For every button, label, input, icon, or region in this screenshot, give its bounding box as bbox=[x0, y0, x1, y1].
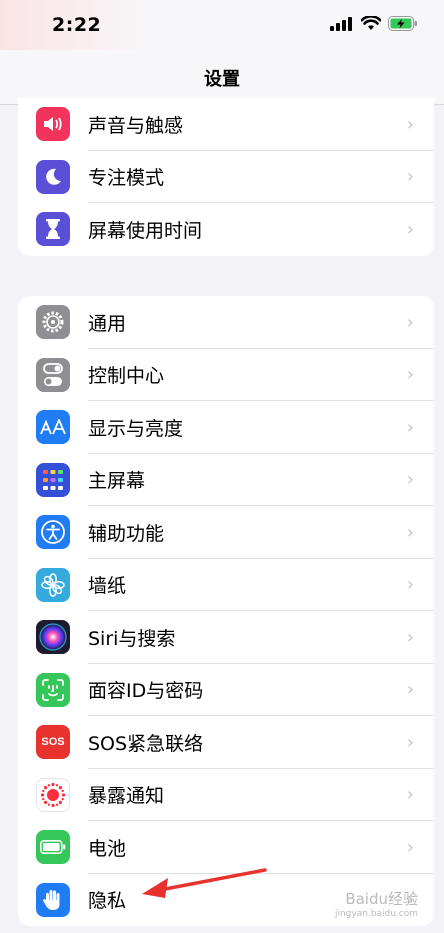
chevron-right-icon: › bbox=[406, 311, 414, 333]
settings-row-control-center[interactable]: 控制中心 › bbox=[18, 349, 434, 401]
settings-row-label: 通用 bbox=[88, 312, 127, 335]
speaker-icon bbox=[36, 107, 70, 142]
wifi-icon bbox=[361, 16, 381, 30]
accessibility-icon bbox=[36, 515, 70, 550]
settings-row-label: 控制中心 bbox=[88, 365, 165, 388]
chevron-right-icon: › bbox=[406, 836, 414, 858]
settings-row-label: 显示与亮度 bbox=[88, 417, 184, 440]
settings-row-label: 电池 bbox=[88, 837, 127, 860]
hand-icon bbox=[36, 882, 70, 917]
siri-icon bbox=[36, 620, 70, 655]
battery-charging-icon bbox=[388, 16, 417, 31]
settings-row-label: 面容ID与密码 bbox=[88, 680, 204, 703]
settings-row-label: 辅助功能 bbox=[88, 522, 165, 545]
settings-row-battery[interactable]: 电池 › bbox=[18, 821, 434, 874]
cellular-signal-icon bbox=[330, 16, 352, 31]
settings-row-accessibility[interactable]: 辅助功能 › bbox=[18, 506, 434, 559]
chevron-right-icon: › bbox=[406, 626, 414, 648]
settings-row-exposure[interactable]: 暴露通知 › bbox=[18, 769, 434, 821]
settings-row-label: 墙纸 bbox=[88, 575, 127, 598]
face-id-icon bbox=[36, 672, 70, 707]
settings-row-label: SOS紧急联络 bbox=[88, 732, 204, 755]
sos-badge-text: SOS bbox=[41, 736, 65, 749]
page-title: 设置 bbox=[204, 69, 240, 90]
chevron-right-icon: › bbox=[406, 679, 414, 701]
settings-row-label: 暴露通知 bbox=[88, 785, 165, 808]
battery-icon bbox=[36, 830, 70, 865]
flower-icon bbox=[36, 567, 70, 602]
hourglass-icon bbox=[36, 212, 70, 247]
settings-row-sounds[interactable]: 声音与触感 › bbox=[18, 98, 434, 151]
settings-row-label: 声音与触感 bbox=[88, 114, 184, 137]
toggle-icon bbox=[36, 357, 70, 392]
chevron-right-icon: › bbox=[406, 416, 414, 438]
status-bar: 2:22 bbox=[0, 0, 444, 50]
sos-icon: SOS bbox=[36, 725, 70, 760]
chevron-right-icon: › bbox=[406, 166, 414, 188]
settings-row-emergency-sos[interactable]: SOS SOS紧急联络 › bbox=[18, 716, 434, 769]
status-icons bbox=[330, 16, 418, 31]
settings-row-screen-time[interactable]: 屏幕使用时间 › bbox=[18, 203, 434, 256]
settings-row-wallpaper[interactable]: 墙纸 › bbox=[18, 559, 434, 611]
settings-row-face-id[interactable]: 面容ID与密码 › bbox=[18, 664, 434, 716]
exposure-icon bbox=[36, 777, 70, 812]
chevron-right-icon: › bbox=[406, 521, 414, 543]
watermark-text: Baidu经验 bbox=[345, 890, 418, 908]
settings-row-siri[interactable]: Siri与搜索 › bbox=[18, 611, 434, 664]
home-grid-icon bbox=[36, 462, 70, 497]
watermark-sub: jingyan.baidu.com bbox=[334, 909, 418, 919]
settings-group-2: 通用 › 控制中心 › 显示与亮度 › 主屏幕 › 辅助功能 › 墙纸 › Si… bbox=[18, 296, 434, 926]
chevron-right-icon: › bbox=[406, 364, 414, 386]
chevron-right-icon: › bbox=[406, 218, 414, 240]
chevron-right-icon: › bbox=[406, 113, 414, 135]
settings-row-label: 屏幕使用时间 bbox=[88, 219, 203, 242]
settings-row-label: 专注模式 bbox=[88, 167, 165, 190]
settings-row-home-screen[interactable]: 主屏幕 › bbox=[18, 454, 434, 506]
chevron-right-icon: › bbox=[406, 731, 414, 753]
settings-row-label: 主屏幕 bbox=[88, 470, 146, 493]
chevron-right-icon: › bbox=[406, 574, 414, 596]
moon-icon bbox=[36, 159, 70, 194]
watermark: Baidu经验 jingyan.baidu.com bbox=[335, 888, 418, 919]
settings-row-label: Siri与搜索 bbox=[88, 627, 176, 650]
settings-group-1: 声音与触感 › 专注模式 › 屏幕使用时间 › bbox=[18, 98, 434, 256]
chevron-right-icon: › bbox=[406, 469, 414, 491]
status-time: 2:22 bbox=[52, 14, 102, 36]
gear-icon bbox=[36, 305, 70, 340]
settings-row-general[interactable]: 通用 › bbox=[18, 296, 434, 349]
nav-bar: 设置 bbox=[0, 50, 444, 105]
chevron-right-icon: › bbox=[406, 784, 414, 806]
settings-row-focus[interactable]: 专注模式 › bbox=[18, 151, 434, 203]
settings-row-display[interactable]: 显示与亮度 › bbox=[18, 401, 434, 454]
settings-row-label: 隐私 bbox=[88, 890, 127, 913]
text-size-icon bbox=[36, 410, 70, 445]
